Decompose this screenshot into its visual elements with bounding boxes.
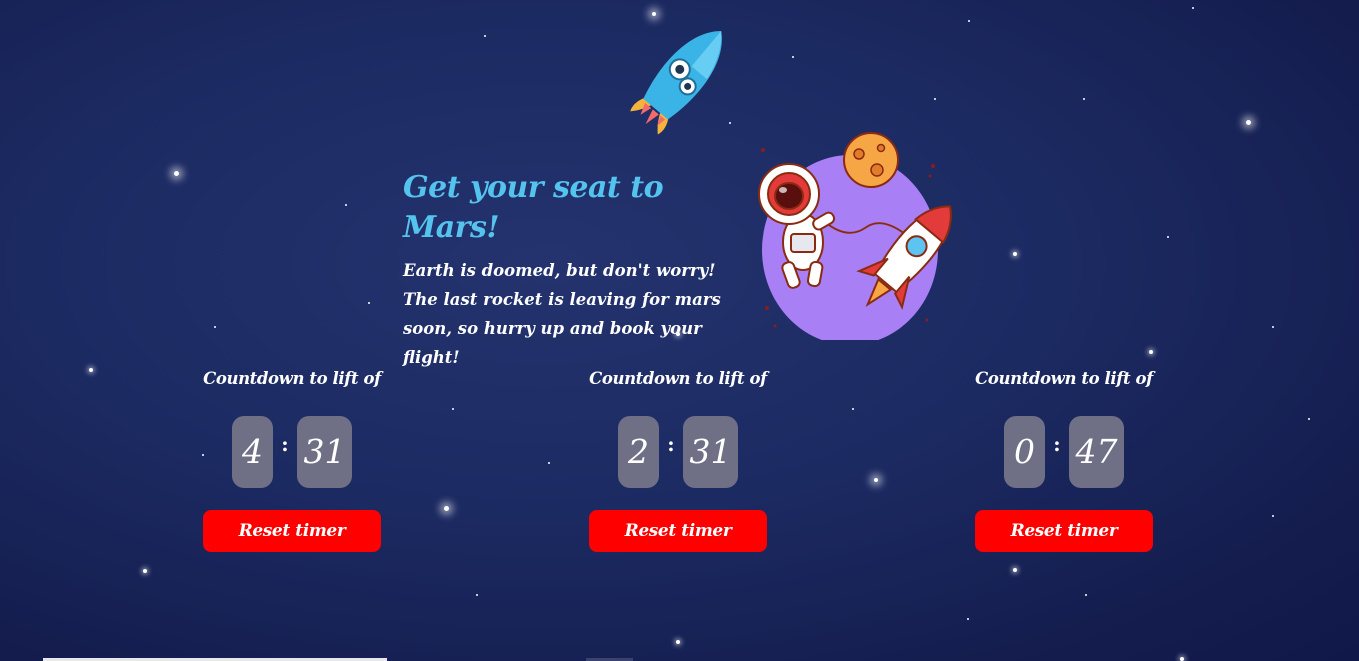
star: [143, 569, 147, 573]
star: [1149, 350, 1153, 354]
star: [548, 462, 550, 464]
reset-timer-button[interactable]: Reset timer: [203, 510, 381, 552]
star: [174, 171, 179, 176]
star: [452, 408, 454, 410]
star: [792, 56, 794, 58]
star: [676, 640, 680, 644]
star: [214, 326, 216, 328]
page-title: Get your seat to Mars!: [403, 170, 664, 245]
minutes-box: 0: [1004, 416, 1045, 488]
colon-separator: :: [667, 432, 675, 456]
countdown-label: Countdown to lift of: [203, 369, 381, 388]
hero: Get your seat to Mars! Earth is doomed, …: [403, 168, 753, 372]
star: [345, 204, 347, 206]
reset-timer-button[interactable]: Reset timer: [589, 510, 767, 552]
minutes-box: 4: [232, 416, 273, 488]
colon-separator: :: [281, 432, 289, 456]
countdown-label: Countdown to lift of: [975, 369, 1153, 388]
seconds-box: 31: [297, 416, 352, 488]
star: [476, 594, 478, 596]
seconds-box: 47: [1069, 416, 1124, 488]
star: [968, 20, 970, 22]
countdown-display: 4 : 31: [202, 416, 382, 488]
star: [1308, 418, 1310, 420]
countdown-timer-2: Countdown to lift of 2 : 31 Reset timer: [588, 364, 768, 552]
star: [89, 368, 93, 372]
countdown-label: Countdown to lift of: [589, 369, 767, 388]
star: [1272, 515, 1274, 517]
astronaut-illustration: [758, 132, 952, 340]
rocket-icon: [630, 30, 722, 135]
star: [967, 618, 969, 620]
minutes-box: 2: [618, 416, 659, 488]
colon-separator: :: [1053, 432, 1061, 456]
star: [368, 302, 370, 304]
countdown-timer-3: Countdown to lift of 0 : 47 Reset timer: [974, 364, 1154, 552]
star: [874, 478, 878, 482]
star: [444, 506, 449, 511]
star: [1085, 594, 1087, 596]
star: [1083, 98, 1085, 100]
reset-timer-button[interactable]: Reset timer: [975, 510, 1153, 552]
star: [1246, 120, 1251, 125]
countdown-display: 2 : 31: [588, 416, 768, 488]
star: [1013, 568, 1017, 572]
star: [652, 12, 656, 16]
hero-description: Earth is doomed, but don't worry! The la…: [403, 261, 721, 367]
star: [484, 35, 486, 37]
star: [1013, 252, 1017, 256]
star: [1192, 7, 1194, 9]
star: [1167, 236, 1169, 238]
countdown-timer-1: Countdown to lift of 4 : 31 Reset timer: [202, 364, 382, 552]
star: [1180, 657, 1184, 661]
countdown-display: 0 : 47: [974, 416, 1154, 488]
star: [1272, 326, 1274, 328]
star: [934, 98, 936, 100]
planet-icon: [843, 132, 899, 188]
seconds-box: 31: [683, 416, 738, 488]
star: [852, 408, 854, 410]
